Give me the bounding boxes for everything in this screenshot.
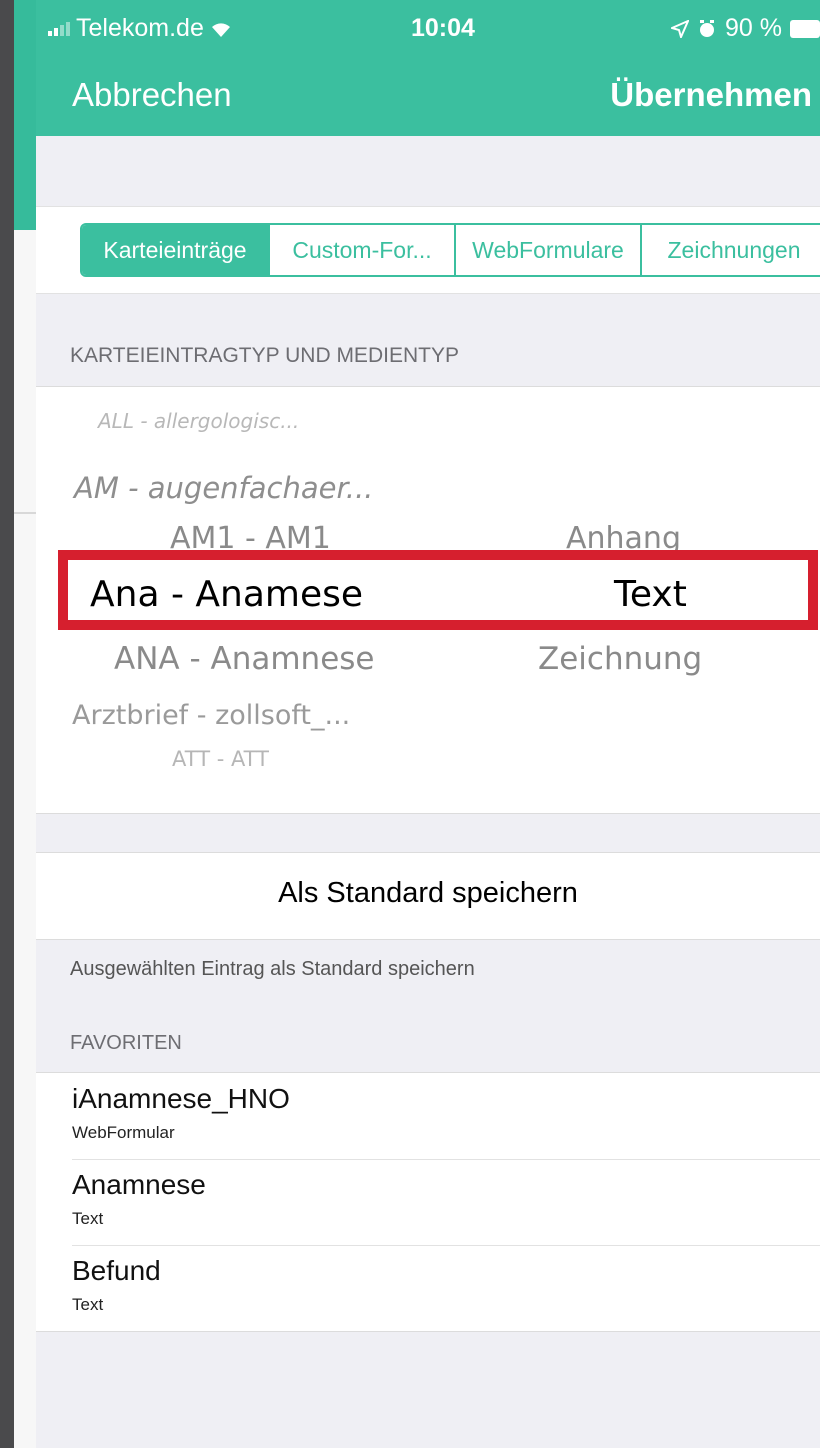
picker-left-item[interactable]: Arztbrief - zollsoft_... bbox=[72, 700, 350, 731]
status-carrier-group: Telekom.de bbox=[48, 14, 232, 43]
picker-left-item[interactable]: AM - augenfachaer... bbox=[74, 471, 373, 505]
favorite-title: iAnamnese_HNO bbox=[72, 1083, 290, 1114]
favorite-subtitle: WebFormular bbox=[72, 1123, 175, 1142]
tab-karteieintraege[interactable]: Karteieinträge bbox=[82, 225, 268, 275]
favorite-title: Anamnese bbox=[72, 1169, 206, 1200]
favorite-item[interactable]: Befund Text bbox=[72, 1245, 820, 1331]
battery-icon bbox=[790, 19, 820, 38]
cancel-button[interactable]: Abbrechen bbox=[72, 76, 232, 114]
segmented-control-area: Karteieinträge Custom-For... WebFormular… bbox=[36, 206, 820, 294]
apply-button[interactable]: Übernehmen bbox=[610, 76, 812, 114]
favorites-list: iAnamnese_HNO WebFormular Anamnese Text … bbox=[36, 1072, 820, 1332]
favorite-item[interactable]: iAnamnese_HNO WebFormular bbox=[72, 1073, 820, 1159]
tab-webformulare[interactable]: WebFormulare bbox=[454, 225, 640, 275]
status-time: 10:04 bbox=[411, 14, 475, 42]
picker-left-item[interactable]: ATT - ATT bbox=[172, 747, 269, 771]
background-panel-divider bbox=[14, 512, 36, 514]
tab-custom-forms[interactable]: Custom-For... bbox=[268, 225, 454, 275]
picker-section-header: KARTEIEINTRAGTYP UND MEDIENTYP bbox=[70, 344, 459, 367]
type-picker[interactable]: ALL - allergologisc... AM - augenfachaer… bbox=[36, 386, 820, 814]
picker-left-item[interactable]: ANA - Anamnese bbox=[114, 641, 375, 677]
tab-zeichnungen[interactable]: Zeichnungen bbox=[640, 225, 820, 275]
save-default-footer: Ausgewählten Eintrag als Standard speich… bbox=[70, 958, 475, 980]
location-arrow-icon bbox=[671, 19, 690, 38]
background-panel-header bbox=[14, 0, 36, 230]
status-right-group: 90 % bbox=[671, 14, 820, 43]
favorite-title: Befund bbox=[72, 1255, 161, 1286]
favorites-header: FAVORITEN bbox=[70, 1032, 182, 1054]
favorite-subtitle: Text bbox=[72, 1295, 104, 1314]
selection-highlight bbox=[58, 550, 818, 630]
favorite-subtitle: Text bbox=[72, 1209, 104, 1228]
nav-header: Telekom.de 10:04 90 % Abbrechen Übernehm… bbox=[36, 0, 820, 136]
signal-icon bbox=[48, 21, 70, 36]
popover-screen: Telekom.de 10:04 90 % Abbrechen Übernehm… bbox=[36, 0, 820, 1448]
picker-right-item[interactable]: Zeichnung bbox=[538, 641, 702, 677]
alarm-icon bbox=[700, 19, 715, 37]
segmented-control: Karteieinträge Custom-For... WebFormular… bbox=[80, 223, 820, 277]
wifi-icon bbox=[211, 22, 230, 37]
background-window-edge bbox=[0, 0, 14, 1448]
save-default-cell[interactable]: Als Standard speichern bbox=[36, 852, 820, 940]
favorite-item[interactable]: Anamnese Text bbox=[72, 1159, 820, 1245]
picker-left-item[interactable]: ALL - allergologisc... bbox=[98, 409, 299, 433]
battery-percentage: 90 % bbox=[725, 14, 782, 42]
save-default-button[interactable]: Als Standard speichern bbox=[36, 877, 820, 910]
carrier-label: Telekom.de bbox=[76, 14, 204, 42]
